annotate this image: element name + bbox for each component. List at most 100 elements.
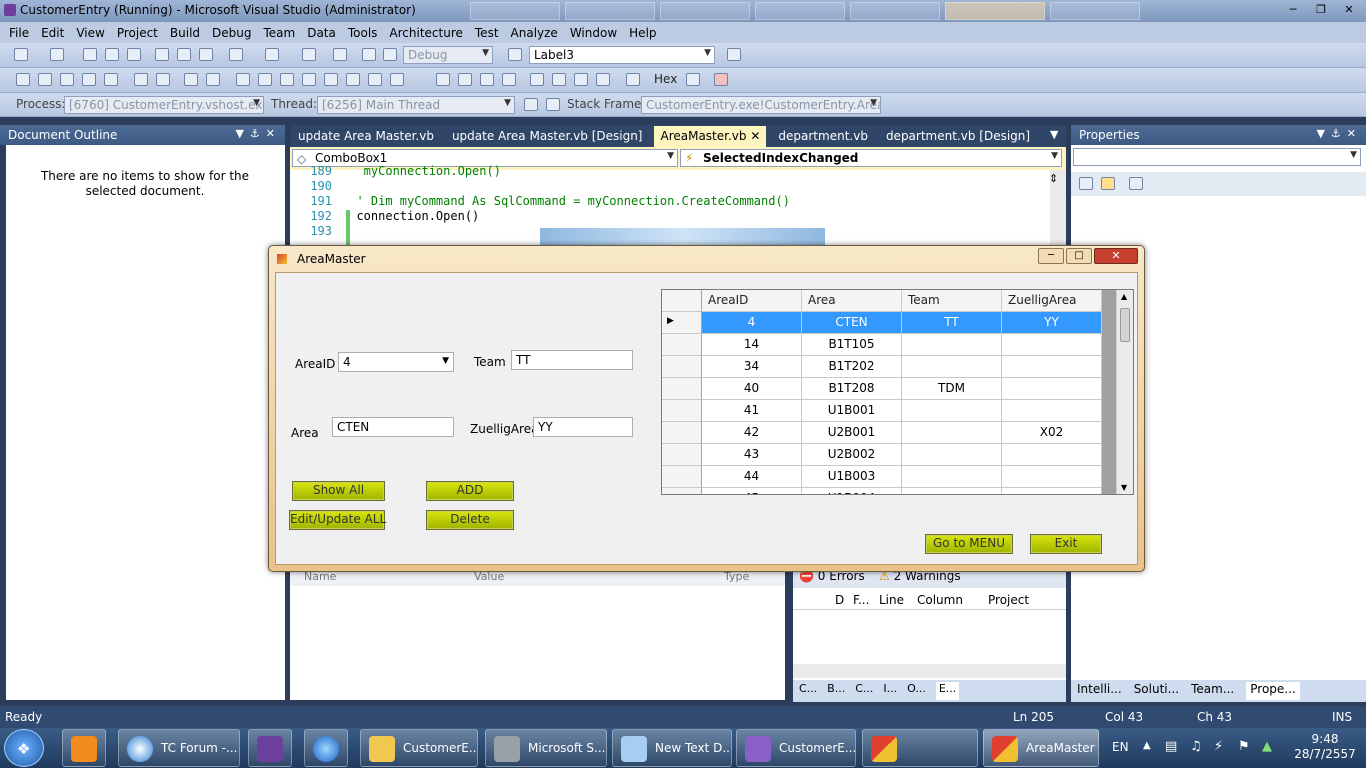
grid-row[interactable]: 43 U2B002	[662, 444, 1117, 466]
grid-cell[interactable]: U2B001	[802, 422, 902, 444]
undo-icon[interactable]	[229, 48, 243, 61]
grid-cell[interactable]	[1002, 378, 1102, 400]
grid-cell[interactable]: 34	[702, 356, 802, 378]
grid-cell[interactable]	[902, 334, 1002, 356]
maximize-icon[interactable]: □	[1066, 248, 1092, 264]
grid-cell[interactable]: U1B003	[802, 466, 902, 488]
menu-architecture[interactable]: Architecture	[383, 26, 468, 40]
col-line[interactable]: Line	[879, 593, 904, 607]
close-icon[interactable]: ✕	[1336, 1, 1362, 19]
navigate-icon[interactable]	[302, 48, 316, 61]
pause-icon[interactable]	[458, 73, 472, 86]
solution-config-combo[interactable]: Debug ▼	[403, 46, 493, 64]
breakpoints-icon[interactable]	[686, 73, 700, 86]
align-icon[interactable]	[104, 73, 118, 86]
scroll-thumb[interactable]	[1120, 308, 1130, 342]
start-icon[interactable]	[362, 48, 376, 61]
uncomment-icon[interactable]	[206, 73, 220, 86]
action-center-icon[interactable]: ⚑	[1238, 739, 1250, 754]
taskbar-item-areamaster[interactable]: AreaMaster	[983, 729, 1099, 767]
grid-cell[interactable]	[1002, 356, 1102, 378]
grid-row[interactable]: 41 U1B001	[662, 400, 1117, 422]
tab-command[interactable]: C...	[855, 682, 873, 700]
save-all-icon[interactable]	[127, 48, 141, 61]
taskbar-item-customerentry-vs[interactable]: CustomerE...	[736, 729, 856, 767]
align-icon[interactable]	[82, 73, 96, 86]
grid-row-header[interactable]	[662, 488, 702, 494]
grid-cell[interactable]: B1T202	[802, 356, 902, 378]
volume-icon[interactable]: ♫	[1190, 739, 1202, 754]
grid-row-header[interactable]	[662, 334, 702, 356]
grid-column-header[interactable]: AreaID	[702, 290, 802, 312]
menu-edit[interactable]: Edit	[35, 26, 70, 40]
grid-column-header[interactable]: Team	[902, 290, 1002, 312]
grid-cell[interactable]: TT	[902, 312, 1002, 334]
grid-row[interactable]: ▶ 4 CTEN TT YY	[662, 312, 1117, 334]
grid-row-header[interactable]	[662, 444, 702, 466]
menu-build[interactable]: Build	[164, 26, 206, 40]
grid-cell[interactable]	[1002, 334, 1102, 356]
menu-project[interactable]: Project	[111, 26, 164, 40]
grid-cell[interactable]: 4	[702, 312, 802, 334]
grid-cell[interactable]: 40	[702, 378, 802, 400]
maximize-icon[interactable]: ❐	[1308, 1, 1334, 19]
solution-explorer-icon[interactable]	[727, 48, 741, 61]
bookmark-icon[interactable]	[390, 73, 404, 86]
align-icon[interactable]	[38, 73, 52, 86]
menu-view[interactable]: View	[70, 26, 110, 40]
continue-icon[interactable]	[436, 73, 450, 86]
grid-cell[interactable]: 43	[702, 444, 802, 466]
grid-cell[interactable]: 45	[702, 488, 802, 494]
delete-button[interactable]: Delete	[426, 510, 514, 530]
bookmark-icon[interactable]	[236, 73, 250, 86]
grid-column-header[interactable]: ZuelligArea	[1002, 290, 1102, 312]
output-icon[interactable]	[714, 73, 728, 86]
grid-cell[interactable]: U2B002	[802, 444, 902, 466]
comment-icon[interactable]	[184, 73, 198, 86]
grid-cell[interactable]: 44	[702, 466, 802, 488]
show-all-button[interactable]: Show All	[292, 481, 385, 501]
add-item-icon[interactable]	[50, 48, 64, 61]
taskbar-item-sql-server[interactable]: Microsoft S...	[485, 729, 607, 767]
zuelligarea-input[interactable]: YY	[533, 417, 633, 437]
close-icon[interactable]: ✕	[1094, 248, 1138, 264]
visual-studio-taskbar-button[interactable]	[248, 729, 292, 767]
grid-cell[interactable]	[1002, 444, 1102, 466]
area-grid[interactable]: AreaID Area Team ZuelligArea ▶ 4 CTEN TT YY 14 B1T…	[661, 289, 1134, 495]
grid-cell[interactable]: CTEN	[802, 312, 902, 334]
bookmark-icon[interactable]	[324, 73, 338, 86]
menu-analyze[interactable]: Analyze	[505, 26, 564, 40]
alphabetical-icon[interactable]	[1101, 177, 1115, 190]
internet-explorer-taskbar-button[interactable]	[304, 729, 348, 767]
menu-test[interactable]: Test	[469, 26, 505, 40]
scroll-up-icon[interactable]: ▲	[1121, 292, 1127, 301]
language-indicator[interactable]: EN	[1112, 740, 1129, 754]
grid-cell[interactable]: 14	[702, 334, 802, 356]
grid-cell[interactable]: U1B001	[802, 400, 902, 422]
attach-icon[interactable]	[383, 48, 397, 61]
redo-icon[interactable]	[265, 48, 279, 61]
tab-update-area-master-design[interactable]: update Area Master.vb [Design]	[446, 126, 649, 147]
save-icon[interactable]	[105, 48, 119, 61]
property-pages-icon[interactable]	[1129, 177, 1143, 190]
tab-department-design[interactable]: department.vb [Design]	[880, 126, 1036, 147]
split-icon[interactable]: ⇕	[1049, 172, 1058, 185]
align-icon[interactable]	[16, 73, 30, 86]
grid-cell[interactable]	[902, 356, 1002, 378]
add-button[interactable]: ADD	[426, 481, 514, 501]
grid-cell[interactable]: YY	[1002, 312, 1102, 334]
outdent-icon[interactable]	[156, 73, 170, 86]
step-into-icon[interactable]	[530, 73, 544, 86]
menu-file[interactable]: File	[3, 26, 35, 40]
grid-cell[interactable]: X02	[1002, 422, 1102, 444]
step-out-icon[interactable]	[574, 73, 588, 86]
thread-combo[interactable]: [6256] Main Thread ▼	[317, 96, 515, 114]
grid-row-header[interactable]	[662, 356, 702, 378]
navigate-forward-icon[interactable]	[333, 48, 347, 61]
menu-help[interactable]: Help	[623, 26, 662, 40]
exit-button[interactable]: Exit	[1030, 534, 1102, 554]
quick-watch-icon[interactable]	[626, 73, 640, 86]
col-project[interactable]: Project	[988, 593, 1029, 607]
menu-data[interactable]: Data	[301, 26, 342, 40]
tab-list-icon[interactable]: ▼	[1050, 128, 1058, 141]
